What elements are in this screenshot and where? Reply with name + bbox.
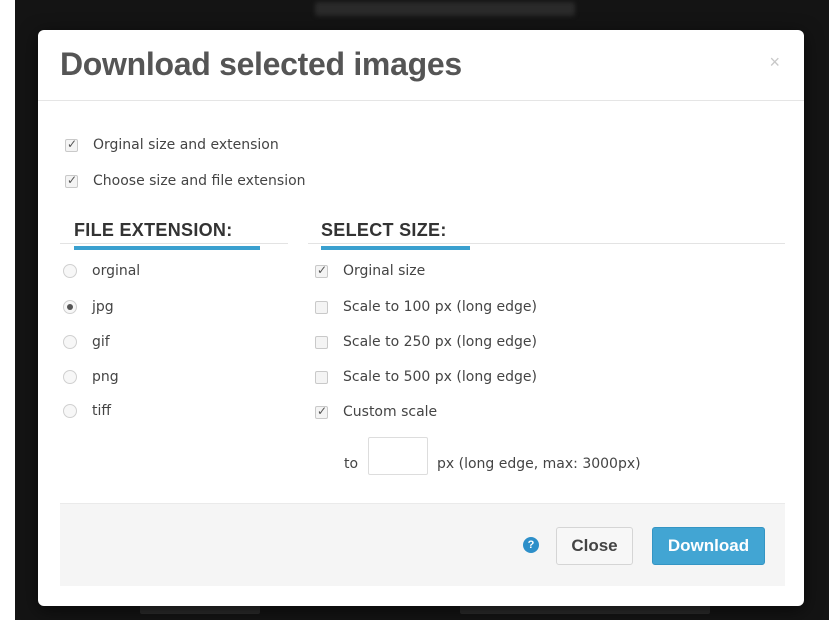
extension-option-gif[interactable]: gif — [63, 334, 110, 350]
dialog-title: Download selected images — [60, 46, 462, 82]
size-option-500[interactable]: Scale to 500 px (long edge) — [315, 369, 537, 385]
file-extension-heading: FILE EXTENSION: — [74, 220, 233, 240]
size-checkbox[interactable] — [315, 404, 328, 419]
dialog-header: Download selected images × — [38, 30, 804, 101]
radio-button[interactable] — [63, 404, 77, 418]
custom-scale-suffix: px (long edge, max: 3000px) — [437, 456, 641, 472]
file-extension-divider — [60, 243, 288, 244]
original-size-extension-checkbox[interactable] — [65, 137, 78, 152]
size-label: Scale to 500 px (long edge) — [343, 369, 538, 385]
option-label: Choose size and file extension — [93, 173, 306, 189]
size-label: Orginal size — [343, 263, 426, 279]
size-option-250[interactable]: Scale to 250 px (long edge) — [315, 334, 537, 350]
radio-button[interactable] — [63, 370, 77, 384]
radio-button[interactable] — [63, 264, 77, 278]
size-label: Scale to 250 px (long edge) — [343, 334, 538, 350]
option-original-size-extension[interactable]: Orginal size and extension — [65, 137, 279, 153]
extension-option-jpg[interactable]: jpg — [63, 299, 114, 315]
file-extension-underline — [74, 246, 260, 250]
select-size-divider — [308, 243, 785, 244]
option-label: Orginal size and extension — [93, 137, 279, 153]
size-option-100[interactable]: Scale to 100 px (long edge) — [315, 299, 537, 315]
extension-option-png[interactable]: png — [63, 369, 119, 385]
question-circle-icon[interactable]: ? — [523, 537, 539, 553]
extension-option-tiff[interactable]: tiff — [63, 403, 111, 419]
option-choose-size-extension[interactable]: Choose size and file extension — [65, 173, 306, 189]
size-checkbox[interactable] — [315, 300, 328, 314]
extension-label: jpg — [92, 299, 114, 315]
size-option-orginal[interactable]: Orginal size — [315, 263, 425, 279]
extension-option-orginal[interactable]: orginal — [63, 263, 140, 279]
radio-button[interactable] — [63, 335, 77, 349]
close-button[interactable]: Close — [556, 527, 633, 565]
extension-label: gif — [92, 334, 110, 350]
size-label: Custom scale — [343, 404, 438, 420]
extension-label: tiff — [92, 403, 112, 419]
extension-label: png — [92, 369, 119, 385]
size-checkbox[interactable] — [315, 335, 328, 349]
download-button[interactable]: Download — [652, 527, 765, 565]
download-dialog: Download selected images × Orginal size … — [38, 30, 804, 606]
size-label: Scale to 100 px (long edge) — [343, 299, 538, 315]
backdrop-blurred-title — [315, 2, 575, 16]
dialog-footer: ? Close Download — [60, 503, 785, 586]
choose-size-extension-checkbox[interactable] — [65, 173, 78, 188]
extension-label: orginal — [92, 263, 141, 279]
custom-scale-prefix: to — [344, 456, 359, 472]
radio-button[interactable] — [63, 300, 77, 314]
close-icon[interactable]: × — [769, 52, 780, 73]
custom-scale-input[interactable] — [368, 437, 428, 475]
size-checkbox[interactable] — [315, 263, 328, 278]
size-checkbox[interactable] — [315, 370, 328, 384]
select-size-underline — [321, 246, 470, 250]
select-size-heading: SELECT SIZE: — [321, 220, 447, 240]
size-option-custom[interactable]: Custom scale — [315, 404, 437, 420]
